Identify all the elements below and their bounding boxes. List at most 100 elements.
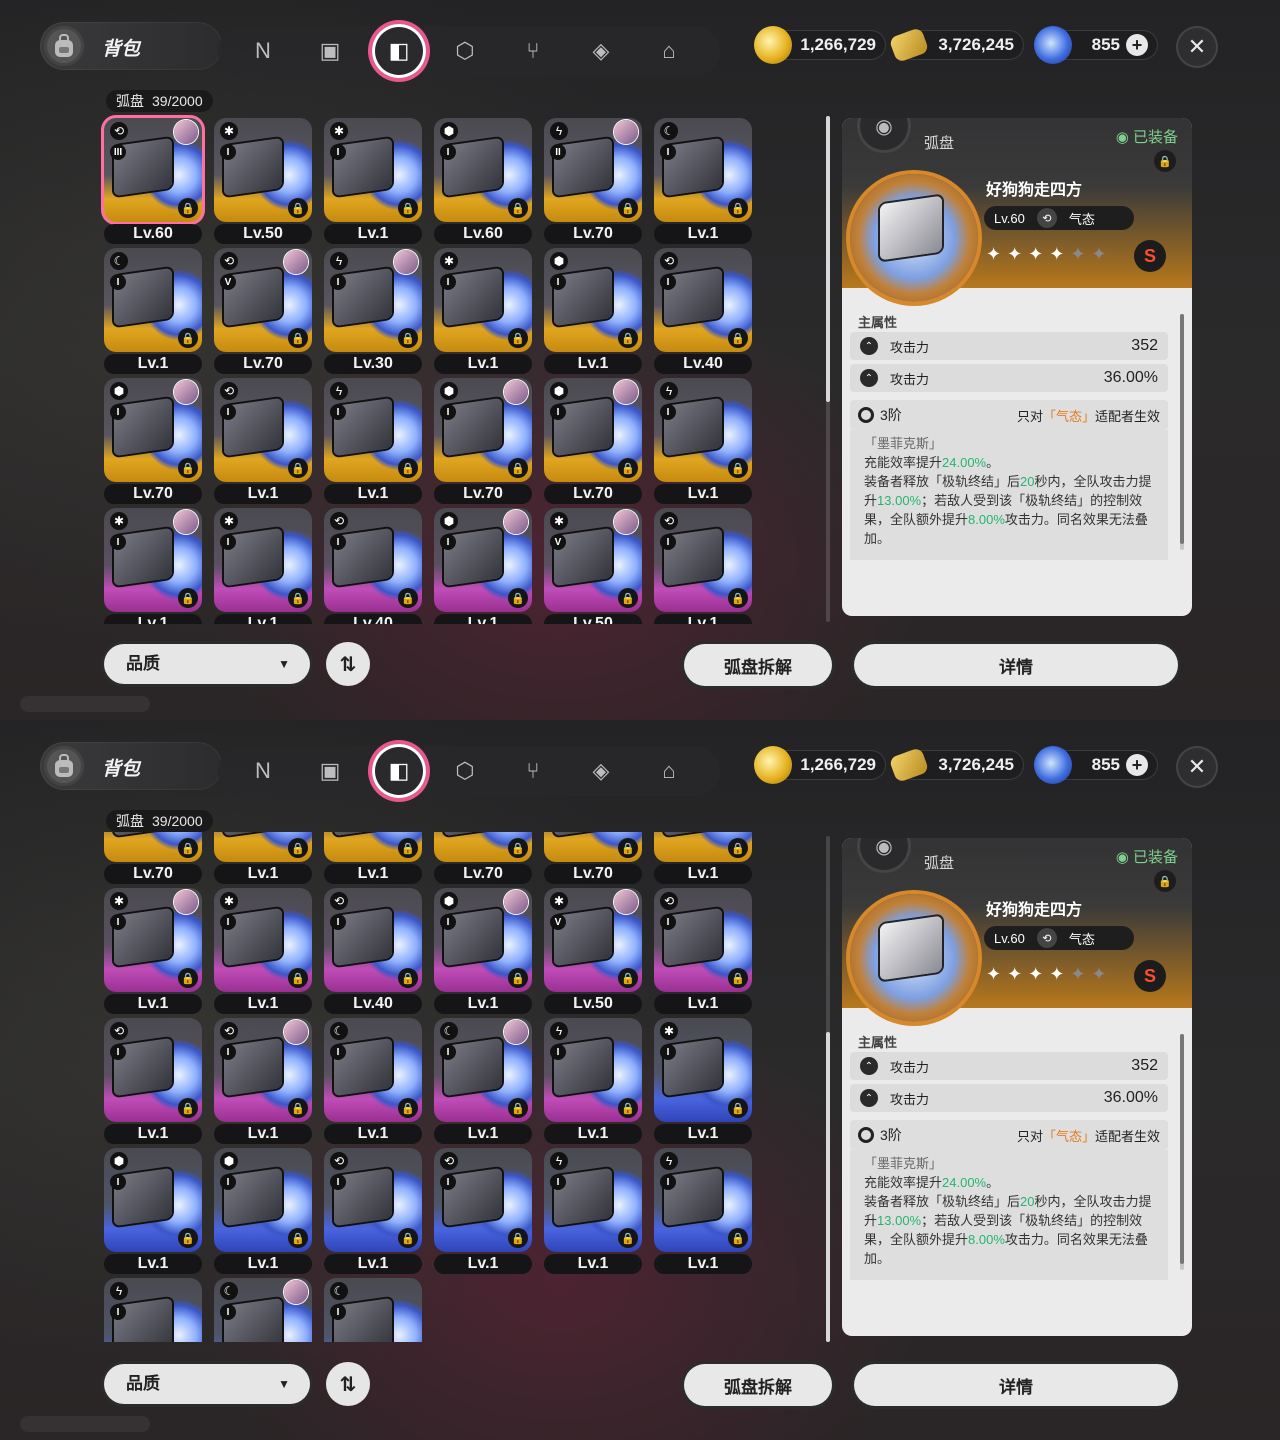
lock-icon[interactable]: 🔒: [288, 1228, 308, 1248]
disc-card[interactable]: ☾I🔒: [434, 1018, 532, 1122]
disc-card[interactable]: ⬢I🔒: [434, 888, 532, 992]
lock-icon[interactable]: 🔒: [288, 968, 308, 988]
disc-card[interactable]: ⬢I🔒: [104, 1148, 202, 1252]
disc-card[interactable]: ✱ I 🔒: [434, 248, 532, 352]
disc-card[interactable]: ✱ I 🔒: [104, 888, 202, 992]
dismantle-button[interactable]: 弧盘拆解: [684, 644, 832, 686]
disc-card[interactable]: ⬢I🔒: [434, 508, 532, 612]
lock-icon[interactable]: 🔒: [618, 1228, 638, 1248]
disc-card[interactable]: ϟI🔒: [324, 832, 422, 862]
grid-scrollbar[interactable]: [826, 116, 830, 622]
disc-card[interactable]: ⬢I🔒: [434, 118, 532, 222]
lock-icon[interactable]: 🔒: [508, 458, 528, 478]
lock-icon[interactable]: 🔒: [288, 458, 308, 478]
disc-card[interactable]: ⟲I🔒: [434, 1148, 532, 1252]
disc-card[interactable]: ⟲I🔒: [654, 888, 752, 992]
n-logo-icon[interactable]: N: [246, 754, 280, 788]
sort-order-button[interactable]: ⇅: [326, 642, 370, 686]
disc-card[interactable]: ⬢I🔒: [104, 378, 202, 482]
disc-card[interactable]: ⟲I🔒: [214, 1018, 312, 1122]
lock-icon[interactable]: 🔒: [1154, 870, 1176, 892]
lock-icon[interactable]: 🔒: [288, 588, 308, 608]
book-icon[interactable]: ◈: [584, 754, 618, 788]
lock-icon[interactable]: 🔒: [618, 968, 638, 988]
lock-icon[interactable]: 🔒: [398, 328, 418, 348]
disc-card[interactable]: ⬢I🔒: [434, 378, 532, 482]
disc-card[interactable]: ☾I🔒: [324, 1278, 422, 1342]
disc-drive-icon[interactable]: ◧: [372, 744, 426, 798]
close-button[interactable]: ✕: [1176, 746, 1218, 788]
lock-icon[interactable]: 🔒: [288, 838, 308, 858]
sort-order-button[interactable]: ⇅: [326, 1362, 370, 1406]
disc-card[interactable]: ⟲I🔒: [324, 888, 422, 992]
disc-card[interactable]: ✱ V 🔒: [544, 508, 642, 612]
quality-sort-select[interactable]: 品质 ▼: [104, 1364, 310, 1404]
lock-icon[interactable]: 🔒: [398, 1098, 418, 1118]
cube-icon[interactable]: ⬡: [448, 754, 482, 788]
plus-icon[interactable]: +: [1126, 754, 1148, 776]
disc-card[interactable]: ⟲I🔒: [214, 832, 312, 862]
lock-icon[interactable]: 🔒: [508, 838, 528, 858]
grid-scroll-thumb[interactable]: [826, 116, 830, 402]
lock-icon[interactable]: 🔒: [508, 588, 528, 608]
lock-icon[interactable]: 🔒: [1154, 150, 1176, 172]
lock-icon[interactable]: 🔒: [728, 458, 748, 478]
lock-icon[interactable]: 🔒: [288, 328, 308, 348]
detail-scrollbar[interactable]: [1180, 314, 1184, 550]
lock-icon[interactable]: 🔒: [618, 328, 638, 348]
disc-card[interactable]: ϟI🔒: [654, 378, 752, 482]
disc-card[interactable]: ϟI🔒: [544, 1018, 642, 1122]
disc-card[interactable]: ⟲I🔒: [324, 508, 422, 612]
lock-icon[interactable]: 🔒: [508, 1228, 528, 1248]
details-button[interactable]: 详情: [854, 644, 1178, 686]
disc-card[interactable]: ⬢I🔒: [104, 832, 202, 862]
disc-card[interactable]: ☾I🔒: [654, 118, 752, 222]
disc-card[interactable]: ⟲ III 🔒: [104, 118, 202, 222]
lock-icon[interactable]: 🔒: [618, 588, 638, 608]
lock-icon[interactable]: 🔒: [398, 968, 418, 988]
disc-card[interactable]: ⟲I🔒: [654, 248, 752, 352]
disc-card[interactable]: ϟI🔒: [104, 1278, 202, 1342]
lock-icon[interactable]: 🔒: [618, 1098, 638, 1118]
lock-icon[interactable]: 🔒: [178, 328, 198, 348]
grid-scrollbar[interactable]: [826, 836, 830, 1342]
disc-card[interactable]: ✱ I 🔒: [654, 1018, 752, 1122]
lock-icon[interactable]: 🔒: [728, 1098, 748, 1118]
lock-icon[interactable]: 🔒: [178, 588, 198, 608]
disc-card[interactable]: ⟲I🔒: [214, 378, 312, 482]
detail-scrollbar[interactable]: [1180, 1034, 1184, 1270]
disc-drive-icon[interactable]: ◧: [372, 24, 426, 78]
close-button[interactable]: ✕: [1176, 26, 1218, 68]
lock-icon[interactable]: 🔒: [178, 968, 198, 988]
lock-icon[interactable]: 🔒: [508, 968, 528, 988]
lock-icon[interactable]: 🔒: [618, 458, 638, 478]
lock-icon[interactable]: 🔒: [508, 1098, 528, 1118]
lock-icon[interactable]: 🔒: [398, 1228, 418, 1248]
lock-icon[interactable]: 🔒: [398, 458, 418, 478]
lock-icon[interactable]: 🔒: [398, 198, 418, 218]
lock-icon[interactable]: 🔒: [508, 328, 528, 348]
home-icon[interactable]: ⌂: [652, 754, 686, 788]
cube-icon[interactable]: ⬡: [448, 34, 482, 68]
disc-card[interactable]: ⟲ V 🔒: [214, 248, 312, 352]
lock-icon[interactable]: 🔒: [508, 198, 528, 218]
lock-icon[interactable]: 🔒: [728, 968, 748, 988]
book-icon[interactable]: ◈: [584, 34, 618, 68]
disc-card[interactable]: ⟲I🔒: [324, 1148, 422, 1252]
lock-icon[interactable]: 🔒: [178, 458, 198, 478]
utensils-icon[interactable]: ⑂: [516, 34, 550, 68]
lock-icon[interactable]: 🔒: [728, 198, 748, 218]
disc-card[interactable]: ⬢I🔒: [544, 832, 642, 862]
disc-card[interactable]: ⟲I🔒: [654, 508, 752, 612]
lock-icon[interactable]: 🔒: [728, 328, 748, 348]
lock-icon[interactable]: 🔒: [398, 838, 418, 858]
lock-icon[interactable]: 🔒: [178, 1098, 198, 1118]
disc-card[interactable]: ✱ I 🔒: [214, 508, 312, 612]
disc-card[interactable]: ϟI🔒: [544, 1148, 642, 1252]
lock-icon[interactable]: 🔒: [728, 838, 748, 858]
disc-card[interactable]: ϟI🔒: [654, 1148, 752, 1252]
lock-icon[interactable]: 🔒: [728, 588, 748, 608]
lock-icon[interactable]: 🔒: [398, 588, 418, 608]
lock-icon[interactable]: 🔒: [618, 838, 638, 858]
lock-icon[interactable]: 🔒: [178, 198, 198, 218]
